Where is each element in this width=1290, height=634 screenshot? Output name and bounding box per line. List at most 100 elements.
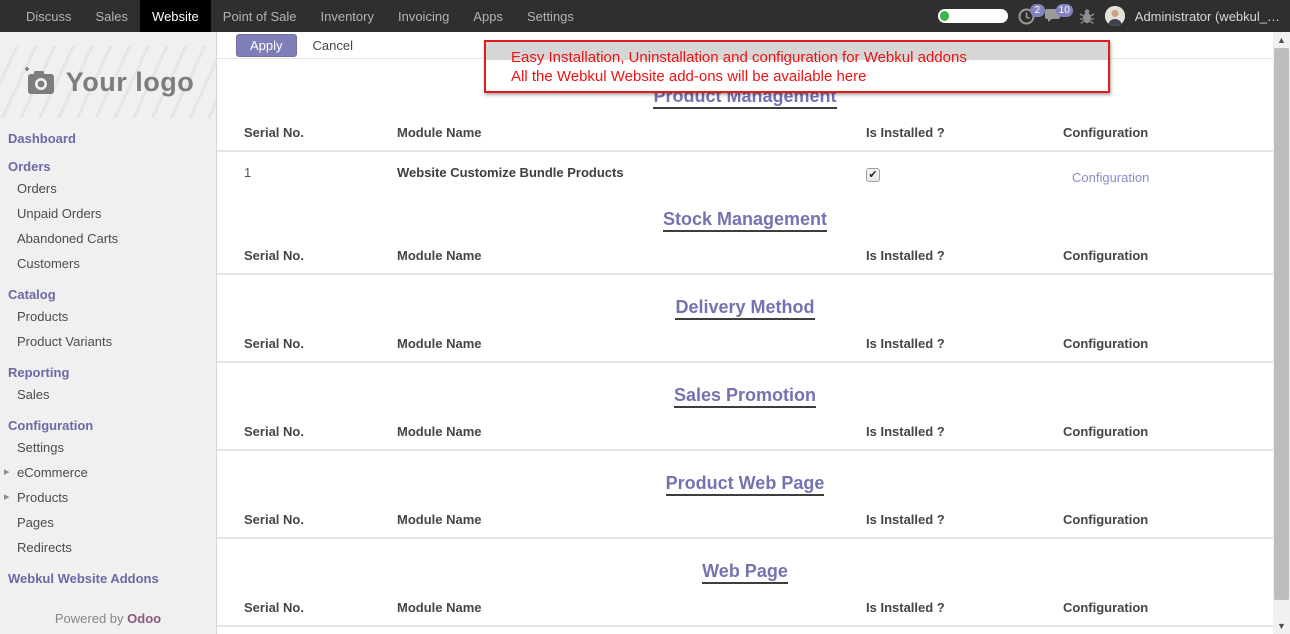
powered-by: Powered by Odoo	[0, 611, 216, 626]
sidebar-item-label: Settings	[17, 440, 64, 455]
section-title-link[interactable]: Product Web Page	[666, 473, 825, 496]
annotation-line1: Easy Installation, Uninstallation and co…	[511, 48, 1108, 67]
sidebar-item-label: Products	[17, 490, 68, 505]
scroll-down-arrow[interactable]: ▼	[1273, 618, 1290, 634]
table-header-row: Serial No.Module NameIs Installed ?Confi…	[217, 336, 1273, 363]
sidebar-item-catalog[interactable]: Catalog	[8, 286, 216, 304]
table-row: 1Website Customize Bundle Products✔ Confi…	[217, 152, 1273, 187]
section-product-web-page: Product Web Page Serial No.Module NameIs …	[217, 473, 1273, 539]
column-header-configuration: Configuration	[1063, 424, 1273, 439]
sidebar-item-customers[interactable]: Customers	[8, 251, 216, 276]
column-header-is-installed-: Is Installed ?	[866, 125, 1063, 140]
column-header-is-installed-: Is Installed ?	[866, 424, 1063, 439]
logo-text: Your logo	[66, 67, 194, 98]
table-header-row: Serial No.Module NameIs Installed ?Confi…	[217, 248, 1273, 275]
topbar-menu-settings[interactable]: Settings	[515, 0, 586, 32]
column-header-serial-no-: Serial No.	[244, 512, 397, 527]
sidebar-item-label: Product Variants	[17, 334, 112, 349]
column-header-module-name: Module Name	[397, 248, 866, 263]
sidebar-item-label: Catalog	[8, 287, 56, 302]
section-stock-management: Stock Management Serial No.Module NameIs …	[217, 209, 1273, 275]
column-header-is-installed-: Is Installed ?	[866, 336, 1063, 351]
messages-menu[interactable]: 10	[1045, 8, 1063, 24]
camera-icon	[22, 67, 56, 97]
topbar-menu-website[interactable]: Website	[140, 0, 211, 32]
annotation-box: Easy Installation, Uninstallation and co…	[484, 40, 1110, 93]
sidebar-item-orders[interactable]: Orders	[8, 158, 216, 176]
apply-button[interactable]: Apply	[236, 34, 297, 57]
sidebar-item-label: Unpaid Orders	[17, 206, 102, 221]
topbar-menu-discuss[interactable]: Discuss	[14, 0, 84, 32]
sidebar: Your logo Dashboard Orders Orders Unpaid Or…	[0, 32, 217, 634]
sidebar-item-products[interactable]: Products	[8, 304, 216, 329]
sidebar-item-abandoned-carts[interactable]: Abandoned Carts	[8, 226, 216, 251]
module-sections: Product ManagementSerial No.Module NameI…	[217, 59, 1273, 627]
sidebar-item-redirects[interactable]: Redirects	[8, 535, 216, 560]
topbar-menu-invoicing[interactable]: Invoicing	[386, 0, 461, 32]
configuration-link[interactable]: Configuration	[1072, 165, 1149, 185]
topbar-menu-point-of-sale[interactable]: Point of Sale	[211, 0, 309, 32]
sidebar-item-label: Abandoned Carts	[17, 231, 118, 246]
topbar-menu-apps[interactable]: Apps	[461, 0, 515, 32]
sidebar-item-orders[interactable]: Orders	[8, 176, 216, 201]
sidebar-item-label: Orders	[17, 181, 57, 196]
chevron-right-icon[interactable]: ▸	[4, 460, 10, 485]
column-header-configuration: Configuration	[1063, 248, 1273, 263]
column-header-serial-no-: Serial No.	[244, 336, 397, 351]
table-header-row: Serial No.Module NameIs Installed ?Confi…	[217, 600, 1273, 627]
section-title-link[interactable]: Stock Management	[663, 209, 827, 232]
sidebar-item-label: Sales	[17, 387, 50, 402]
sidebar-item-product-variants[interactable]: Product Variants	[8, 329, 216, 354]
section-delivery-method: Delivery Method Serial No.Module NameIs I…	[217, 297, 1273, 363]
sidebar-item-label: Reporting	[8, 365, 69, 380]
section-sales-promotion: Sales PromotionSerial No.Module NameIs I…	[217, 385, 1273, 451]
annotation-line2: All the Webkul Website add-ons will be a…	[511, 67, 1108, 86]
column-header-module-name: Module Name	[397, 336, 866, 351]
sidebar-item-configuration[interactable]: Configuration	[8, 417, 216, 435]
logo[interactable]: Your logo	[0, 46, 216, 118]
sidebar-item-unpaid-orders[interactable]: Unpaid Orders	[8, 201, 216, 226]
activity-count-badge: 2	[1030, 4, 1045, 17]
topbar-menu-sales[interactable]: Sales	[84, 0, 141, 32]
section-title-link[interactable]: Sales Promotion	[674, 385, 816, 408]
sidebar-item-reporting[interactable]: Reporting	[8, 364, 216, 382]
column-header-is-installed-: Is Installed ?	[866, 512, 1063, 527]
section-title-link[interactable]: Web Page	[702, 561, 788, 584]
section-product-management: Product ManagementSerial No.Module NameI…	[217, 86, 1273, 187]
sidebar-nav: Dashboard Orders Orders Unpaid Orders Abando…	[0, 118, 216, 588]
table-header-row: Serial No.Module NameIs Installed ?Confi…	[217, 512, 1273, 539]
sidebar-item-label: Customers	[17, 256, 80, 271]
sidebar-item-pages[interactable]: Pages	[8, 510, 216, 535]
scroll-up-arrow[interactable]: ▲	[1273, 32, 1290, 48]
sidebar-item-products[interactable]: ▸Products	[8, 485, 216, 510]
module-name-cell: Website Customize Bundle Products	[397, 165, 866, 180]
column-header-serial-no-: Serial No.	[244, 424, 397, 439]
sidebar-item-label: Webkul Website Addons	[8, 571, 159, 586]
bug-icon[interactable]	[1079, 8, 1095, 25]
table-header-row: Serial No.Module NameIs Installed ?Confi…	[217, 125, 1273, 152]
sidebar-item-ecommerce[interactable]: ▸eCommerce	[8, 460, 216, 485]
vertical-scrollbar[interactable]: ▲ ▼	[1273, 32, 1290, 634]
section-title-link[interactable]: Delivery Method	[675, 297, 814, 320]
is-installed-checkbox[interactable]: ✔	[866, 168, 880, 182]
column-header-module-name: Module Name	[397, 512, 866, 527]
sidebar-item-sales[interactable]: Sales	[8, 382, 216, 407]
scrollbar-thumb[interactable]	[1274, 48, 1289, 600]
odoo-brand-link[interactable]: Odoo	[127, 611, 161, 626]
topbar-menu-inventory[interactable]: Inventory	[309, 0, 386, 32]
column-header-configuration: Configuration	[1063, 336, 1273, 351]
avatar[interactable]	[1105, 6, 1125, 26]
sidebar-item-dashboard[interactable]: Dashboard	[8, 130, 216, 148]
sidebar-item-label: Redirects	[17, 540, 72, 555]
powered-by-label: Powered by	[55, 611, 124, 626]
column-header-serial-no-: Serial No.	[244, 600, 397, 615]
activities-menu[interactable]: 2	[1018, 8, 1035, 25]
chevron-right-icon[interactable]: ▸	[4, 485, 10, 510]
column-header-configuration: Configuration	[1063, 512, 1273, 527]
sidebar-item-settings[interactable]: Settings	[8, 435, 216, 460]
sidebar-item-webkul-website-addons[interactable]: Webkul Website Addons	[8, 570, 216, 588]
serial-cell: 1	[244, 165, 397, 180]
user-menu[interactable]: Administrator (webkul_…	[1135, 9, 1280, 24]
cancel-button[interactable]: Cancel	[313, 38, 353, 53]
app-menus: DiscussSalesWebsitePoint of SaleInventor…	[0, 0, 586, 32]
